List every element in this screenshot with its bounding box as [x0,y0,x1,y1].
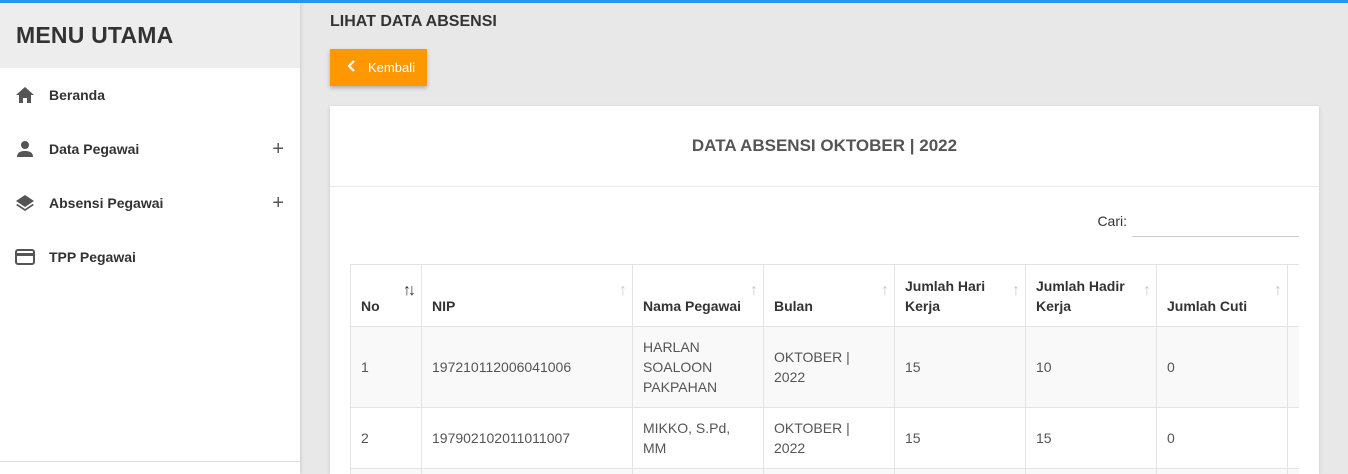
column-header-nama-pegawai[interactable]: Nama Pegawai ↑ [632,264,764,327]
table-cell [421,468,633,474]
column-header-label: Nama Pegawai [643,298,742,314]
chevron-left-icon [347,60,356,75]
sidebar-item-absensi-pegawai[interactable]: Absensi Pegawai + [0,176,300,230]
table-row [350,468,1299,474]
table-cell: OKTOBER | 2022 [763,326,895,408]
credit-card-icon [15,247,35,267]
column-header-label: Bulan [774,298,813,314]
column-header-overflow [1287,264,1299,327]
table-cell [1025,468,1157,474]
table-cell-overflow [1287,326,1299,408]
sort-arrow-icon[interactable]: ↑ [881,281,889,301]
table-cell: 0 [1156,407,1288,469]
sort-arrow-icon[interactable]: ↑ [1274,281,1282,301]
sidebar-divider [0,461,300,462]
column-header-label: No [361,298,380,314]
sort-arrow-icon[interactable]: ↑ [1143,281,1151,301]
table-cell: 15 [1025,407,1157,469]
sort-arrows-icon[interactable]: ↑↓ [403,281,416,301]
table-cell: 10 [1025,326,1157,408]
back-button-label: Kembali [368,60,415,75]
column-header-label: Jumlah Cuti [1167,298,1248,314]
card-title: DATA ABSENSI OKTOBER | 2022 [691,136,958,155]
table-cell: 15 [894,326,1026,408]
back-button[interactable]: Kembali [330,49,427,86]
column-header-jumlah-hadir-kerja[interactable]: Jumlah Hadir Kerja ↑ [1025,264,1157,327]
column-header-nip[interactable]: NIP ↑ [421,264,633,327]
table-cell: 15 [894,407,1026,469]
sidebar-item-label: TPP Pegawai [49,249,136,265]
table-cell: OKTOBER | 2022 [763,407,895,469]
column-header-label: Jumlah Hari Kerja [905,278,986,314]
table-cell [632,468,764,474]
search-label: Cari: [1097,213,1127,229]
table-scroll-area: No ↑↓ NIP ↑ Nama Pegawai ↑ Bulan ↑ Jumla… [350,264,1299,474]
search-row: Cari: [330,187,1319,257]
card-header: DATA ABSENSI OKTOBER | 2022 [330,106,1319,187]
column-header-label: Jumlah Hadir Kerja [1036,278,1125,314]
page-title: LIHAT DATA ABSENSI [330,13,497,30]
column-header-label: NIP [432,298,456,314]
expand-plus-icon[interactable]: + [272,139,284,159]
home-icon [15,85,35,105]
table-cell: 197902102011011007 [421,407,633,469]
attendance-card: DATA ABSENSI OKTOBER | 2022 Cari: No ↑↓ … [330,106,1319,474]
table-cell: 197210112006041006 [421,326,633,408]
table-header-row: No ↑↓ NIP ↑ Nama Pegawai ↑ Bulan ↑ Jumla… [350,264,1299,327]
table-cell: 0 [1156,326,1288,408]
sidebar-item-label: Absensi Pegawai [49,195,164,211]
table-cell: HARLAN SOALOON PAKPAHAN [632,326,764,408]
sidebar: MENU UTAMA Beranda Data Pegawai + Absens… [0,3,300,474]
table-cell [1156,468,1288,474]
table-cell: 2 [350,407,422,469]
sidebar-item-label: Beranda [49,87,106,103]
sidebar-title: MENU UTAMA [16,22,174,48]
sidebar-item-data-pegawai[interactable]: Data Pegawai + [0,122,300,176]
table-cell: 1 [350,326,422,408]
sort-arrow-icon[interactable]: ↑ [1012,281,1020,301]
table-cell-overflow [1287,407,1299,469]
column-header-jumlah-hari-kerja[interactable]: Jumlah Hari Kerja ↑ [894,264,1026,327]
person-icon [15,139,35,159]
table-cell [894,468,1026,474]
sidebar-item-tpp-pegawai[interactable]: TPP Pegawai [0,230,300,284]
layers-icon [15,193,35,213]
sidebar-header: MENU UTAMA [0,3,300,68]
attendance-table: No ↑↓ NIP ↑ Nama Pegawai ↑ Bulan ↑ Jumla… [350,264,1299,474]
table-cell: MIKKO, S.Pd, MM [632,407,764,469]
expand-plus-icon[interactable]: + [272,193,284,213]
sort-arrow-icon[interactable]: ↑ [619,281,627,301]
sidebar-item-beranda[interactable]: Beranda [0,68,300,122]
table-cell [350,468,422,474]
column-header-no[interactable]: No ↑↓ [350,264,422,327]
table-cell [763,468,895,474]
sort-arrow-icon[interactable]: ↑ [750,281,758,301]
table-cell-overflow [1287,468,1299,474]
column-header-jumlah-cuti[interactable]: Jumlah Cuti ↑ [1156,264,1288,327]
table-row: 2 197902102011011007 MIKKO, S.Pd, MM OKT… [350,407,1299,469]
search-input[interactable] [1132,205,1299,237]
top-accent-bar [0,0,1348,3]
table-row: 1 197210112006041006 HARLAN SOALOON PAKP… [350,326,1299,408]
sidebar-item-label: Data Pegawai [49,141,140,157]
column-header-bulan[interactable]: Bulan ↑ [763,264,895,327]
